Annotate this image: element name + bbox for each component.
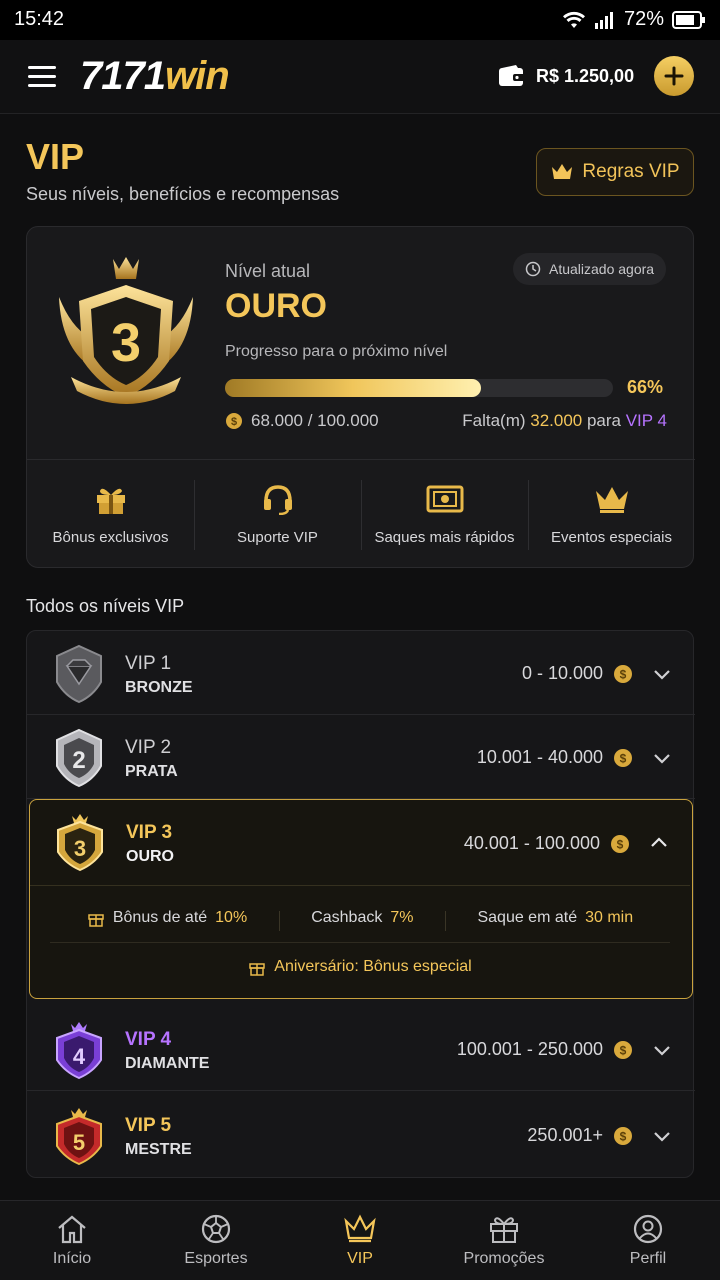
- current-level-name: OURO: [225, 287, 327, 325]
- chevron-down-icon[interactable]: [653, 1127, 671, 1145]
- coin-icon: $: [614, 664, 632, 683]
- coin-icon: $: [614, 748, 632, 767]
- all-levels-title: Todos os níveis VIP: [26, 596, 185, 616]
- nav-vip[interactable]: VIP: [288, 1201, 432, 1280]
- detail-birthday: Aniversário: Bônus especial: [50, 942, 670, 990]
- status-time: 15:42: [14, 8, 65, 30]
- chevron-up-icon[interactable]: [650, 834, 668, 852]
- wallet-icon: [499, 65, 525, 86]
- plus-icon: [664, 66, 684, 86]
- crown-icon: [344, 1214, 376, 1242]
- progress-percent: 66%: [626, 377, 663, 397]
- nav-home[interactable]: Início: [0, 1201, 144, 1280]
- deposit-button[interactable]: [654, 56, 694, 96]
- benefit-exclusive-bonus[interactable]: Bônus exclusivos: [27, 460, 194, 569]
- detail-bonus: Bônus de até 10%: [55, 909, 279, 927]
- current-level-card: 3 Nível atual OURO Atualizado agora Prog…: [26, 226, 695, 569]
- svg-text:$: $: [620, 667, 627, 681]
- headset-icon: [263, 485, 292, 515]
- gift-icon: [490, 1216, 518, 1243]
- page-subtitle: Seus níveis, benefícios e recompensas: [26, 184, 340, 204]
- chevron-down-icon[interactable]: [653, 1041, 671, 1059]
- crown-icon: [552, 164, 573, 179]
- chevron-down-icon[interactable]: [653, 749, 671, 767]
- svg-text:$: $: [617, 837, 624, 851]
- battery-percent: 72%: [623, 8, 664, 30]
- crown-icon: [595, 487, 628, 513]
- progress-fill: [225, 379, 482, 397]
- logo[interactable]: 7171win: [80, 54, 230, 99]
- level-details: Bônus de até 10% Cashback 7% Saque em at…: [30, 896, 690, 940]
- svg-text:$: $: [620, 751, 627, 765]
- svg-text:$: $: [231, 416, 237, 428]
- chevron-down-icon[interactable]: [653, 665, 671, 683]
- updated-badge: Atualizado agora: [513, 253, 667, 285]
- level-row-vip3-expanded[interactable]: 3 VIP 3 OURO 40.001 - 100.000 $ Bônus de …: [29, 799, 693, 999]
- wallet-balance[interactable]: R$ 1.250,00: [498, 64, 634, 88]
- badge-number: 3: [111, 313, 141, 373]
- svg-text:5: 5: [73, 1130, 85, 1155]
- current-level-label: Nível atual: [225, 261, 311, 281]
- page-title: VIP: [26, 136, 85, 177]
- purple-shield-badge-icon: 4: [56, 1022, 102, 1080]
- svg-text:2: 2: [72, 747, 85, 774]
- user-icon: [633, 1214, 663, 1243]
- ball-icon: [201, 1214, 231, 1243]
- clock-icon: [525, 261, 541, 277]
- points-progress: $ 68.000 / 100.000: [225, 411, 379, 431]
- svg-text:4: 4: [73, 1044, 86, 1069]
- remaining-points: Falta(m) 32.000 para VIP 4: [462, 411, 667, 430]
- cash-icon: [426, 485, 463, 513]
- top-bar: 7171win R$ 1.250,00: [0, 40, 720, 114]
- gold-shield-badge-icon: 3: [57, 814, 103, 872]
- wifi-icon: [562, 11, 585, 28]
- balance-amount: R$ 1.250,00: [536, 65, 635, 86]
- level-row-vip4[interactable]: 4 VIP 4 DIAMANTE 100.001 - 250.000 $: [27, 1007, 695, 1091]
- battery-icon: [672, 10, 705, 29]
- nav-promotions[interactable]: Promoções: [432, 1201, 576, 1280]
- coin-icon: $: [226, 413, 242, 429]
- nav-profile[interactable]: Perfil: [576, 1201, 720, 1280]
- gold-shield-badge-icon: 3: [59, 257, 193, 404]
- svg-text:$: $: [620, 1129, 627, 1143]
- coin-icon: $: [614, 1126, 632, 1145]
- level-row-vip5[interactable]: 5 VIP 5 MESTRE 250.001+ $: [27, 1093, 695, 1177]
- status-bar: 15:42 72%: [0, 0, 720, 40]
- gift-icon: [88, 914, 104, 927]
- signal-icon: [594, 11, 613, 29]
- bronze-diamond-badge-icon: [56, 644, 102, 704]
- gift-icon: [249, 962, 266, 976]
- bottom-nav: Início Esportes VIP Promoções Perfil: [0, 1200, 720, 1280]
- benefit-special-events[interactable]: Eventos especiais: [528, 460, 695, 569]
- detail-cashback: Cashback 7%: [279, 909, 445, 931]
- home-icon: [58, 1215, 86, 1243]
- coin-icon: $: [611, 834, 629, 853]
- benefits-row: Bônus exclusivos Suporte VIP Saques mais…: [27, 459, 695, 569]
- progress-label: Progresso para o próximo nível: [225, 343, 448, 360]
- menu-icon[interactable]: [28, 66, 56, 88]
- level-row-vip1[interactable]: VIP 1 BRONZE 0 - 10.000 $: [27, 631, 695, 715]
- red-shield-badge-icon: 5: [56, 1108, 102, 1166]
- coin-icon: $: [614, 1040, 632, 1059]
- level-row-vip2[interactable]: 2 VIP 2 PRATA 10.001 - 40.000 $: [27, 715, 695, 799]
- nav-sports[interactable]: Esportes: [144, 1201, 288, 1280]
- benefit-vip-support[interactable]: Suporte VIP: [194, 460, 361, 569]
- detail-withdraw: Saque em até 30 min: [445, 909, 665, 931]
- vip-rules-button[interactable]: Regras VIP: [536, 148, 694, 196]
- gift-icon: [96, 488, 125, 514]
- benefit-fast-withdrawals[interactable]: Saques mais rápidos: [361, 460, 528, 569]
- silver-shield-badge-icon: 2: [56, 728, 102, 788]
- svg-text:$: $: [620, 1043, 627, 1057]
- vip-levels-list: VIP 1 BRONZE 0 - 10.000 $ 2 VIP 2 PRATA 1…: [26, 630, 695, 1178]
- svg-text:3: 3: [74, 836, 86, 861]
- progress-bar: [225, 379, 613, 397]
